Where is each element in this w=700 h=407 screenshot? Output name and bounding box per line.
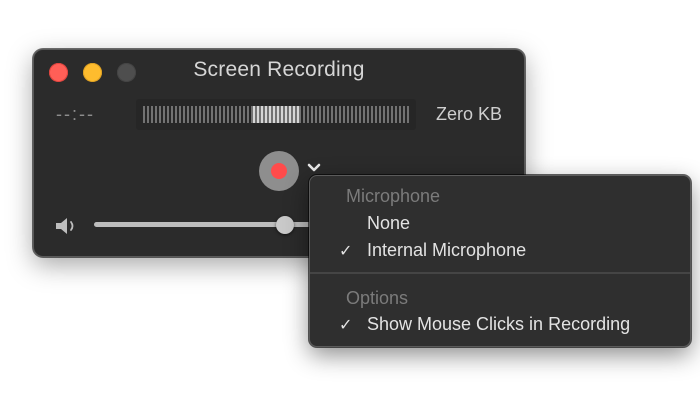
menu-item-none[interactable]: None [310, 213, 690, 239]
menu-item-label: Show Mouse Clicks in Recording [367, 314, 631, 334]
elapsed-time: --:-- [56, 104, 95, 124]
record-icon [271, 163, 287, 179]
level-meter-peak [253, 106, 299, 123]
menu-item-internal-microphone[interactable]: ✓ Internal Microphone [310, 240, 690, 266]
menu-separator [310, 272, 690, 274]
menu-item-show-mouse-clicks[interactable]: ✓ Show Mouse Clicks in Recording [310, 314, 690, 340]
menu-item-label: Internal Microphone [367, 240, 527, 260]
menu-header-microphone: Microphone [346, 186, 441, 206]
menu-header-options: Options [346, 288, 409, 308]
stage: Screen Recording --:-- Zero KB Microphon… [0, 0, 700, 407]
record-button[interactable] [259, 151, 299, 191]
speaker-icon [56, 218, 74, 234]
checkmark-icon: ✓ [339, 243, 353, 260]
window-title: Screen Recording [193, 58, 365, 81]
chevron-down-icon[interactable] [306, 162, 322, 174]
checkmark-icon: ✓ [339, 317, 353, 334]
volume-slider-knob[interactable] [275, 216, 294, 234]
audio-level-meter [136, 99, 416, 130]
file-size: Zero KB [435, 104, 502, 124]
menu-item-label: None [367, 213, 411, 233]
recording-options-menu: Microphone None ✓ Internal Microphone Op… [309, 175, 691, 347]
volume-slider[interactable] [94, 216, 324, 234]
